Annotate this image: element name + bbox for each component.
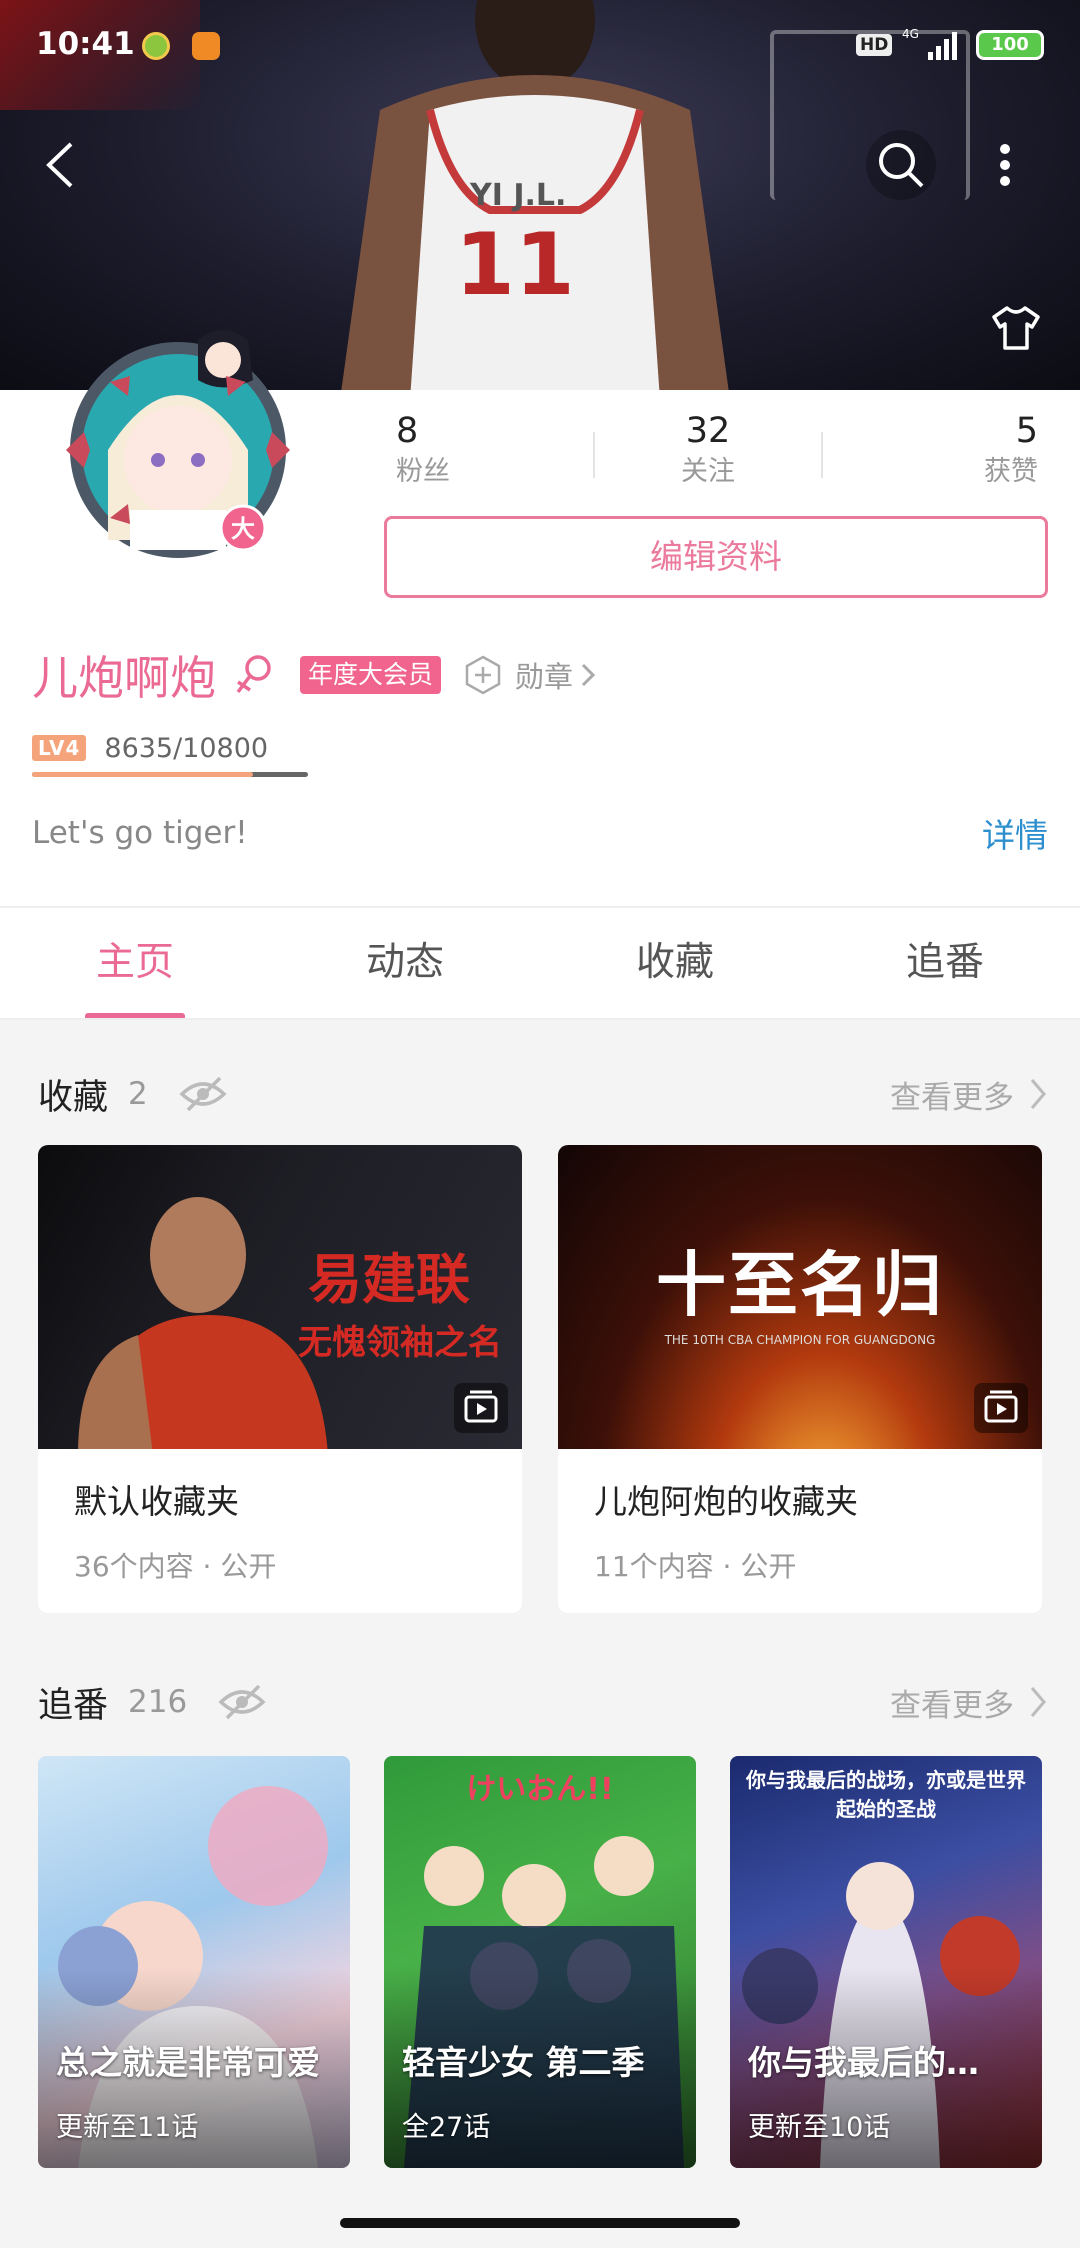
female-gender-icon: [236, 655, 271, 694]
cover-title-text: 易建联: [308, 1248, 470, 1311]
anime-episodes: 更新至11话: [56, 2112, 199, 2143]
avatar-image: 大: [66, 330, 290, 558]
playlist-play-icon: [974, 1383, 1028, 1433]
home-indicator[interactable]: [340, 2218, 740, 2228]
chevron-right-icon: [1030, 1079, 1046, 1109]
anime-title: 你与我最后的…: [748, 2043, 979, 2082]
jersey-text: YI J.L.: [470, 178, 567, 213]
level-progress-text: 8635/10800: [104, 732, 269, 764]
bangumi-header: 追番 216 查看更多: [38, 1672, 1048, 1732]
bangumi-view-more[interactable]: 查看更多: [890, 1680, 1048, 1725]
app-notification-icon-2: [192, 32, 220, 60]
profile-tabs: 主页 动态 收藏 追番: [0, 908, 1080, 1020]
search-button[interactable]: [866, 130, 936, 200]
tshirt-icon: [992, 306, 1040, 350]
anime-episodes: 更新至10话: [748, 2112, 891, 2143]
vip-badge[interactable]: 年度大会员: [300, 656, 442, 694]
folder-name: 默认收藏夹: [74, 1482, 239, 1521]
more-options-button[interactable]: [980, 130, 1030, 200]
stat-label: 获赞: [984, 456, 1039, 487]
favorites-header: 收藏 2 查看更多: [38, 1064, 1048, 1124]
back-arrow-icon: [46, 142, 73, 188]
avatar[interactable]: 大: [48, 300, 308, 570]
stat-value: 5: [1015, 411, 1039, 451]
battery-icon: 100: [976, 30, 1044, 60]
medal-label: 勋章: [515, 660, 574, 694]
anime-card[interactable]: 你与我最后的战场，亦或是世界起始的圣战 你与我最后的… 更新至10话: [730, 1756, 1042, 2168]
stat-label: 关注: [681, 456, 735, 487]
avatar-badge: 大: [231, 515, 255, 543]
profile-stats: 8 粉丝 32 关注 5 获赞: [366, 408, 1050, 498]
favorite-folder-cover: 十至名归 THE 10TH CBA CHAMPION FOR GUANGDONG: [558, 1145, 1042, 1449]
level-progress-fill: [32, 772, 253, 777]
stat-value: 32: [685, 411, 731, 451]
folder-name: 儿炮阿炮的收藏夹: [594, 1482, 858, 1521]
stat-fans[interactable]: 8 粉丝: [366, 408, 593, 498]
anime-title: 总之就是非常可爱: [56, 2043, 320, 2082]
anime-logo: けいおん!!: [466, 1772, 614, 1807]
cover-title-text: 十至名归: [656, 1244, 944, 1326]
cover-subtitle-text: THE 10TH CBA CHAMPION FOR GUANGDONG: [664, 1333, 936, 1347]
status-time: 10:41: [36, 26, 135, 62]
tab-home[interactable]: 主页: [0, 908, 270, 1020]
network-label: 4G: [902, 27, 919, 41]
level-badge: LV4: [32, 735, 87, 761]
medal-button[interactable]: 勋章: [463, 654, 597, 696]
view-more-label: 查看更多: [890, 1079, 1014, 1116]
favorites-count: 2: [128, 1076, 148, 1112]
bangumi-title: 追番: [38, 1685, 109, 1726]
signature-text: Let's go tiger!: [32, 815, 248, 851]
more-vertical-icon: [1000, 144, 1010, 186]
anime-card[interactable]: 总之就是非常可爱 更新至11话: [38, 1756, 350, 2168]
stat-value: 8: [396, 411, 419, 451]
favorite-folder-card[interactable]: 易建联 无愧领袖之名 默认收藏夹 36个内容 · 公开: [38, 1145, 522, 1613]
stat-following[interactable]: 32 关注: [595, 408, 822, 498]
tab-favorites[interactable]: 收藏: [540, 908, 810, 1020]
visibility-off-icon[interactable]: [178, 1074, 228, 1114]
favorite-folder-cover: 易建联 无愧领袖之名: [38, 1145, 522, 1449]
view-more-label: 查看更多: [890, 1687, 1014, 1724]
playlist-play-icon: [454, 1383, 508, 1433]
search-icon: [879, 143, 924, 188]
level-progress-bar: [32, 772, 308, 777]
name-row: 儿炮啊炮 年度大会员 勋章: [32, 640, 597, 710]
tab-dynamics[interactable]: 动态: [270, 908, 540, 1020]
folder-meta: 36个内容 · 公开: [74, 1550, 277, 1583]
level-row: LV4 8635/10800: [32, 728, 268, 768]
detail-link[interactable]: 详情: [982, 809, 1048, 857]
status-bar: 10:41 HD 4G 100: [0, 0, 1080, 92]
visibility-off-icon[interactable]: [217, 1682, 267, 1722]
back-button[interactable]: [30, 130, 90, 200]
stat-likes[interactable]: 5 获赞: [823, 408, 1050, 498]
stat-label: 粉丝: [396, 456, 450, 487]
favorites-title: 收藏: [38, 1077, 109, 1118]
hd-icon: HD: [856, 34, 893, 56]
anime-card[interactable]: けいおん!! 轻音少女 第二季 全27话: [384, 1756, 696, 2168]
medal-icon: [465, 655, 501, 695]
bangumi-count: 216: [128, 1684, 188, 1720]
cover-subtitle-text: 无愧领袖之名: [298, 1323, 502, 1363]
jersey-number: 11: [455, 215, 575, 315]
app-notification-icon: [142, 32, 170, 60]
anime-episodes: 全27话: [402, 2112, 491, 2143]
signature-row: Let's go tiger! 详情: [32, 808, 1048, 858]
edit-profile-button[interactable]: 编辑资料: [384, 516, 1048, 598]
anime-title: 轻音少女 第二季: [402, 2043, 645, 2082]
folder-meta: 11个内容 · 公开: [594, 1550, 797, 1583]
signal-icon: 4G: [902, 27, 957, 60]
username: 儿炮啊炮: [32, 651, 216, 705]
chevron-right-icon: [581, 663, 596, 687]
favorite-folder-card[interactable]: 十至名归 THE 10TH CBA CHAMPION FOR GUANGDONG…: [558, 1145, 1042, 1613]
chevron-right-icon: [1030, 1687, 1046, 1717]
tab-bangumi[interactable]: 追番: [810, 908, 1080, 1020]
theme-skin-button[interactable]: [988, 300, 1044, 356]
favorites-view-more[interactable]: 查看更多: [890, 1072, 1048, 1117]
anime-logo: 你与我最后的战场，亦或是世界起始的圣战: [746, 1768, 1026, 1821]
